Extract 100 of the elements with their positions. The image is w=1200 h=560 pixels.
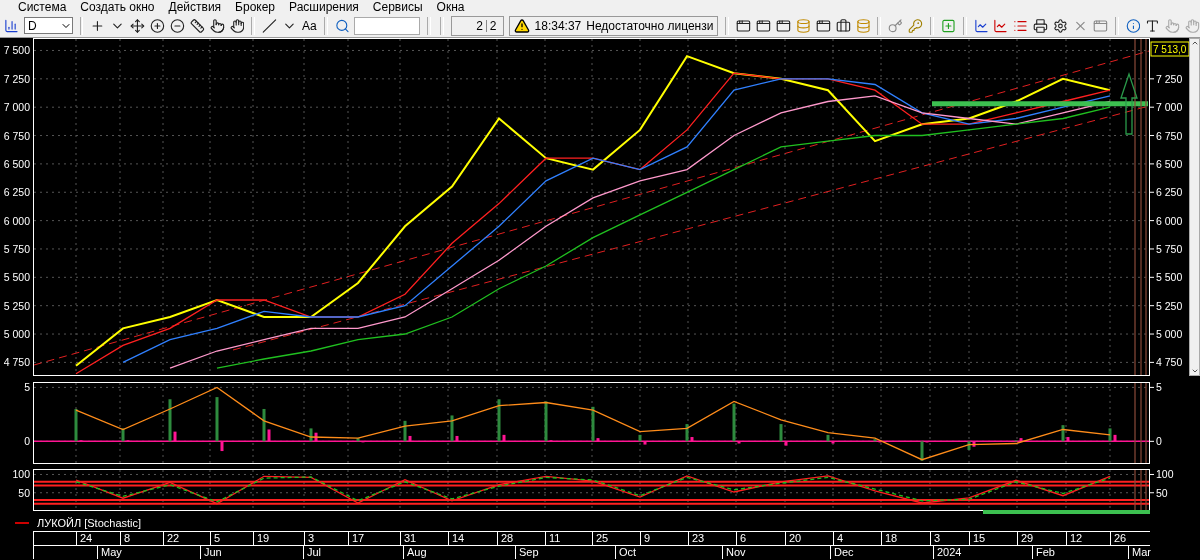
month-label: Sep: [515, 545, 615, 559]
briefcase-icon[interactable]: [835, 17, 851, 34]
month-label: Feb: [1032, 545, 1128, 559]
month-label: 2024: [933, 545, 1032, 559]
day-label: 19: [253, 531, 304, 545]
price-axis-label: 6 750: [3, 129, 30, 142]
price-axis-label: 5 750: [3, 242, 30, 255]
key-icon[interactable]: [908, 17, 923, 34]
stochastic-axis-label: 100: [1156, 469, 1174, 481]
line-icon[interactable]: [262, 17, 278, 34]
text-icon[interactable]: [1145, 17, 1161, 34]
price-axis-label: 6 500: [3, 157, 30, 170]
day-label: 12: [1066, 531, 1110, 545]
interval-dropdown[interactable]: D: [23, 17, 73, 34]
macd-axis-label: 5: [1156, 382, 1162, 394]
ruler-icon[interactable]: [189, 17, 205, 34]
search-icon[interactable]: [334, 17, 350, 34]
day-label: 25: [592, 531, 640, 545]
window-icon[interactable]: [776, 17, 791, 34]
page-number: 2: [476, 18, 483, 33]
chart-window-icon[interactable]: [993, 17, 1009, 34]
page-total: 2: [489, 18, 497, 33]
day-label: 4: [833, 531, 881, 545]
price-axis-label: 4 750: [1156, 356, 1183, 369]
price-axis-label: 4 750: [3, 356, 30, 369]
bar-chart-icon[interactable]: [4, 17, 19, 34]
month-label: Aug: [403, 545, 515, 559]
price-axis-label: 6 000: [1156, 214, 1183, 227]
printer-icon[interactable]: [1033, 17, 1049, 34]
price-axis-label: 5 750: [1156, 242, 1183, 255]
month-label: May: [97, 545, 200, 559]
menu-item[interactable]: Брокер: [235, 0, 276, 14]
day-label: 20: [785, 531, 833, 545]
last-price-tag: 7 513,0: [1150, 41, 1189, 57]
price-axis-label: 7 250: [3, 72, 30, 85]
day-label: 11: [545, 531, 592, 545]
month-label: Jul: [303, 545, 403, 559]
pointer-icon[interactable]: [209, 17, 225, 34]
price-axis-label: 7 250: [1156, 72, 1183, 85]
day-label: 17: [348, 531, 400, 545]
menu-item[interactable]: Расширения: [289, 0, 359, 14]
price-axis-label: 6 250: [3, 186, 30, 199]
price-axis-label: 6 500: [1156, 157, 1183, 170]
picture-arrow-drawing: [1120, 71, 1138, 135]
chart-window-icon[interactable]: [973, 17, 989, 34]
day-label: 31: [400, 531, 448, 545]
day-label: 9: [640, 531, 688, 545]
price-axis-label: 6 750: [1156, 129, 1183, 142]
window-icon[interactable]: [756, 17, 771, 34]
add-icon[interactable]: [940, 17, 956, 34]
price-axis-label: 7 000: [3, 101, 30, 114]
day-label: 22: [163, 531, 210, 545]
month-label: Dec: [830, 545, 933, 559]
day-label: 6: [736, 531, 785, 545]
window-icon[interactable]: [815, 17, 831, 34]
picture-marker-lines: [1134, 469, 1147, 511]
price-axis-label: 6 000: [3, 214, 30, 227]
menu-item[interactable]: Создать окно: [80, 0, 155, 14]
window-icon[interactable]: [736, 17, 752, 34]
macd-axis-label: 0: [24, 435, 30, 448]
day-label: 23: [688, 531, 736, 545]
day-label: 5: [210, 531, 253, 545]
day-label: 18: [881, 531, 930, 545]
legend-line-icon: [15, 522, 29, 524]
month-label: Oct: [615, 545, 722, 559]
menu-item[interactable]: Система: [18, 0, 67, 14]
search-field[interactable]: [354, 16, 421, 35]
price-axis-label: 6 250: [1156, 186, 1183, 199]
hand-icon[interactable]: [229, 17, 245, 34]
menu-item[interactable]: Окна: [436, 0, 465, 14]
menu-item[interactable]: Действия: [168, 0, 222, 14]
price-axis-label: 7 500: [3, 44, 30, 57]
day-label: 14: [448, 531, 497, 545]
day-label: 26: [1110, 531, 1150, 545]
price-axis-label: 5 000: [1156, 328, 1183, 341]
price-axis-label: 5 250: [3, 299, 30, 312]
day-label: 3: [304, 531, 348, 545]
zoom-out-icon[interactable]: [169, 17, 185, 34]
info-icon[interactable]: [1125, 17, 1141, 34]
day-label: 29: [1017, 531, 1066, 545]
price-axis-label: 5 500: [1156, 271, 1183, 284]
price-axis-label: 5 000: [3, 328, 30, 341]
day-label: 28: [497, 531, 545, 545]
menu-item[interactable]: Сервисы: [372, 0, 423, 14]
text-tool[interactable]: Aa: [302, 18, 317, 33]
stochastic-axis-label: 50: [1156, 486, 1168, 499]
warning-icon: [513, 17, 530, 34]
date-axis-cell: [33, 531, 76, 545]
scrollbar[interactable]: [1189, 38, 1200, 376]
month-label: Nov: [722, 545, 830, 559]
date-axis-cell: [33, 545, 97, 559]
move-icon[interactable]: [130, 17, 146, 34]
price-axis-label: 7 000: [1156, 101, 1183, 114]
macd-axis-label: 5: [24, 382, 30, 394]
stochastic-axis-label: 50: [18, 486, 30, 499]
month-label: Jun: [200, 545, 303, 559]
settings-icon[interactable]: [1053, 17, 1068, 34]
key-icon[interactable]: [888, 17, 904, 34]
status-time: 18:34:37: [534, 18, 582, 33]
zoom-in-icon[interactable]: [150, 17, 165, 34]
